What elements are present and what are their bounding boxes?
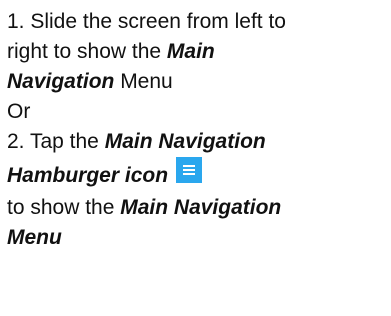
step2-line2: Hamburger icon bbox=[7, 157, 387, 193]
step1-main-emphasis: Main bbox=[166, 40, 215, 63]
hamburger-bar-top bbox=[182, 165, 195, 167]
instructions: 1. Slide the screen from left to right t… bbox=[7, 7, 387, 253]
separator-or: Or bbox=[7, 97, 387, 127]
step1-line2-text: right to show the bbox=[7, 40, 167, 63]
step2-menu-emphasis: Menu bbox=[7, 226, 62, 249]
step1-prefix: 1. Slide the screen from left to bbox=[7, 10, 286, 33]
step2-main-navigation-emphasis-2: Main Navigation bbox=[120, 196, 282, 219]
step1-line2: right to show the Main bbox=[7, 37, 387, 67]
step1-line3: Navigation Menu bbox=[7, 67, 387, 97]
step2-prefix: 2. Tap the bbox=[7, 130, 105, 153]
step2-line3-text: to show the bbox=[7, 196, 121, 219]
step2-line1: 2. Tap the Main Navigation bbox=[7, 127, 387, 157]
step2-line3: to show the Main Navigation bbox=[7, 193, 387, 223]
step1-line1: 1. Slide the screen from left to bbox=[7, 7, 387, 37]
hamburger-bar-middle bbox=[182, 169, 195, 171]
hamburger-bar-bottom bbox=[182, 173, 195, 175]
step1-navigation-emphasis: Navigation bbox=[7, 70, 115, 93]
step2-main-navigation-emphasis: Main Navigation bbox=[104, 130, 266, 153]
separator-text: Or bbox=[7, 100, 31, 123]
step2-line4: Menu bbox=[7, 223, 387, 253]
step1-menu-text: Menu bbox=[114, 70, 173, 93]
step2-hamburger-emphasis: Hamburger icon bbox=[7, 164, 169, 187]
hamburger-menu-icon bbox=[175, 157, 202, 183]
